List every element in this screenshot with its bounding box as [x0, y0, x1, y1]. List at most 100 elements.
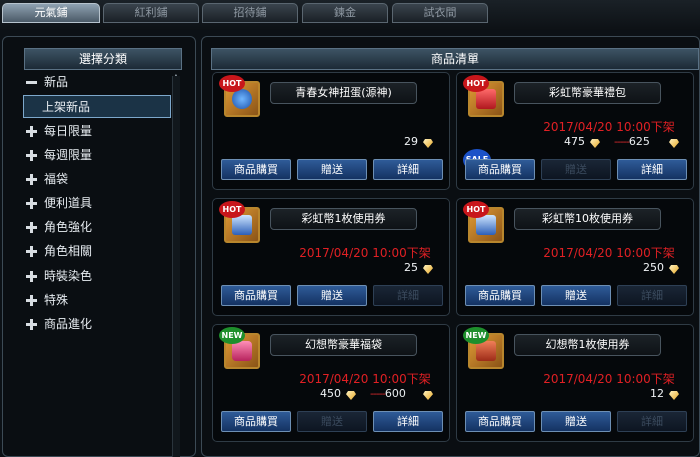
product-name: 彩虹幣10枚使用券: [514, 208, 661, 230]
category-item-label: 商品進化: [44, 317, 93, 331]
price-value: 450: [320, 387, 341, 400]
category-scrollbar[interactable]: [172, 76, 180, 457]
product-card: HOT 彩虹幣10枚使用券 2017/04/20 10:00下架 250 商品購…: [456, 198, 694, 316]
minus-icon: [26, 77, 37, 88]
category-item-fashion-dye[interactable]: 時裝染色: [23, 265, 171, 288]
plus-icon: [26, 174, 37, 185]
buy-button[interactable]: 商品購買: [221, 159, 291, 180]
plus-icon: [26, 126, 37, 137]
detail-button[interactable]: 詳細: [617, 159, 687, 180]
plus-icon: [26, 246, 37, 257]
price-value: 475: [564, 135, 585, 148]
plus-icon: [26, 198, 37, 209]
product-name: 幻想幣豪華福袋: [270, 334, 417, 356]
tab-bonus-shop[interactable]: 紅利鋪: [103, 3, 199, 23]
category-item-new[interactable]: 新品: [23, 71, 171, 94]
category-item-label: 特殊: [44, 293, 69, 307]
original-price: -----625: [614, 135, 650, 148]
detail-button[interactable]: 詳細: [373, 159, 443, 180]
category-item-label: 福袋: [44, 172, 69, 186]
gem-icon: [669, 139, 679, 148]
price-value: 12: [650, 387, 664, 400]
category-item-special[interactable]: 特殊: [23, 289, 171, 312]
deadline-text: 2017/04/20 10:00下架: [299, 246, 431, 260]
tab-yuanqi-shop[interactable]: 元氣鋪: [2, 3, 100, 23]
gem-icon: [669, 265, 679, 274]
plus-icon: [26, 271, 37, 282]
product-name: 彩虹幣豪華禮包: [514, 82, 661, 104]
gem-icon: [423, 265, 433, 274]
original-price-value: 625: [628, 135, 650, 148]
category-item-evolution[interactable]: 商品進化: [23, 313, 171, 336]
gem-icon: [423, 139, 433, 148]
deadline-text: 2017/04/20 10:00下架: [543, 372, 675, 386]
deadline-text: 2017/04/20 10:00下架: [543, 120, 675, 134]
category-item-daily-limited[interactable]: 每日限量: [23, 120, 171, 143]
product-card: HOT SALE 彩虹幣豪華禮包 2017/04/20 10:00下架 475 …: [456, 72, 694, 190]
category-item-label: 角色相關: [44, 244, 93, 258]
plus-icon: [26, 150, 37, 161]
price-value: 250: [643, 261, 664, 274]
category-item-label: 時裝染色: [44, 269, 93, 283]
price-value: 29: [404, 135, 418, 148]
product-name: 幻想幣1枚使用券: [514, 334, 661, 356]
gift-button[interactable]: 贈送: [541, 411, 611, 432]
deadline-text: 2017/04/20 10:00下架: [543, 246, 675, 260]
hot-badge: HOT: [219, 201, 245, 218]
category-item-character-related[interactable]: 角色相關: [23, 240, 171, 263]
original-price: -----600: [370, 387, 406, 400]
product-card: HOT 青春女神扭蛋(源神) 29 商品購買 贈送 詳細: [212, 72, 450, 190]
original-price-value: 600: [384, 387, 406, 400]
hot-badge: HOT: [463, 75, 489, 92]
gift-button: 贈送: [297, 411, 367, 432]
plus-icon: [26, 222, 37, 233]
tab-fitting-room[interactable]: 試衣間: [392, 3, 488, 23]
category-item-label: 每週限量: [44, 148, 93, 162]
product-name: 彩虹幣1枚使用券: [270, 208, 417, 230]
hot-badge: HOT: [463, 201, 489, 218]
category-item-label: 每日限量: [44, 124, 93, 138]
buy-button[interactable]: 商品購買: [221, 285, 291, 306]
category-item-label: 新品: [44, 75, 69, 89]
hot-badge: HOT: [219, 75, 245, 92]
category-item-label: 角色強化: [44, 220, 93, 234]
new-badge: NEW: [219, 327, 245, 344]
product-card: HOT 彩虹幣1枚使用券 2017/04/20 10:00下架 25 商品購買 …: [212, 198, 450, 316]
gem-icon: [346, 391, 356, 400]
product-name: 青春女神扭蛋(源神): [270, 82, 417, 104]
buy-button[interactable]: 商品購買: [465, 285, 535, 306]
price-value: 25: [404, 261, 418, 274]
category-item-newly-listed[interactable]: 上架新品: [23, 95, 171, 118]
gem-icon: [590, 139, 600, 148]
gift-button: 贈送: [541, 159, 611, 180]
product-card: NEW 幻想幣豪華福袋 2017/04/20 10:00下架 450 -----…: [212, 324, 450, 442]
top-tab-bar: 元氣鋪 紅利鋪 招待鋪 鍊金 試衣間: [0, 0, 700, 30]
new-badge: NEW: [463, 327, 489, 344]
product-panel-title: 商品清單: [211, 48, 699, 70]
tab-invite-shop[interactable]: 招待鋪: [202, 3, 298, 23]
category-item-character-enhance[interactable]: 角色強化: [23, 216, 171, 239]
buy-button[interactable]: 商品購買: [465, 159, 535, 180]
tab-alchemy[interactable]: 鍊金: [302, 3, 388, 23]
detail-button: 詳細: [373, 285, 443, 306]
gift-button[interactable]: 贈送: [297, 285, 367, 306]
category-item-lucky-bag[interactable]: 福袋: [23, 168, 171, 191]
gift-button[interactable]: 贈送: [297, 159, 367, 180]
product-card: NEW 幻想幣1枚使用券 2017/04/20 10:00下架 12 商品購買 …: [456, 324, 694, 442]
detail-button: 詳細: [617, 411, 687, 432]
category-item-weekly-limited[interactable]: 每週限量: [23, 144, 171, 167]
gem-icon: [423, 391, 433, 400]
gift-button[interactable]: 贈送: [541, 285, 611, 306]
plus-icon: [26, 295, 37, 306]
gem-icon: [669, 391, 679, 400]
category-item-label: 便利道具: [44, 196, 93, 210]
category-item-convenience[interactable]: 便利道具: [23, 192, 171, 215]
detail-button[interactable]: 詳細: [373, 411, 443, 432]
category-item-label: 上架新品: [42, 100, 91, 114]
plus-icon: [26, 319, 37, 330]
buy-button[interactable]: 商品購買: [221, 411, 291, 432]
deadline-text: 2017/04/20 10:00下架: [299, 372, 431, 386]
detail-button: 詳細: [617, 285, 687, 306]
category-panel-title: 選擇分類: [24, 48, 182, 70]
buy-button[interactable]: 商品購買: [465, 411, 535, 432]
